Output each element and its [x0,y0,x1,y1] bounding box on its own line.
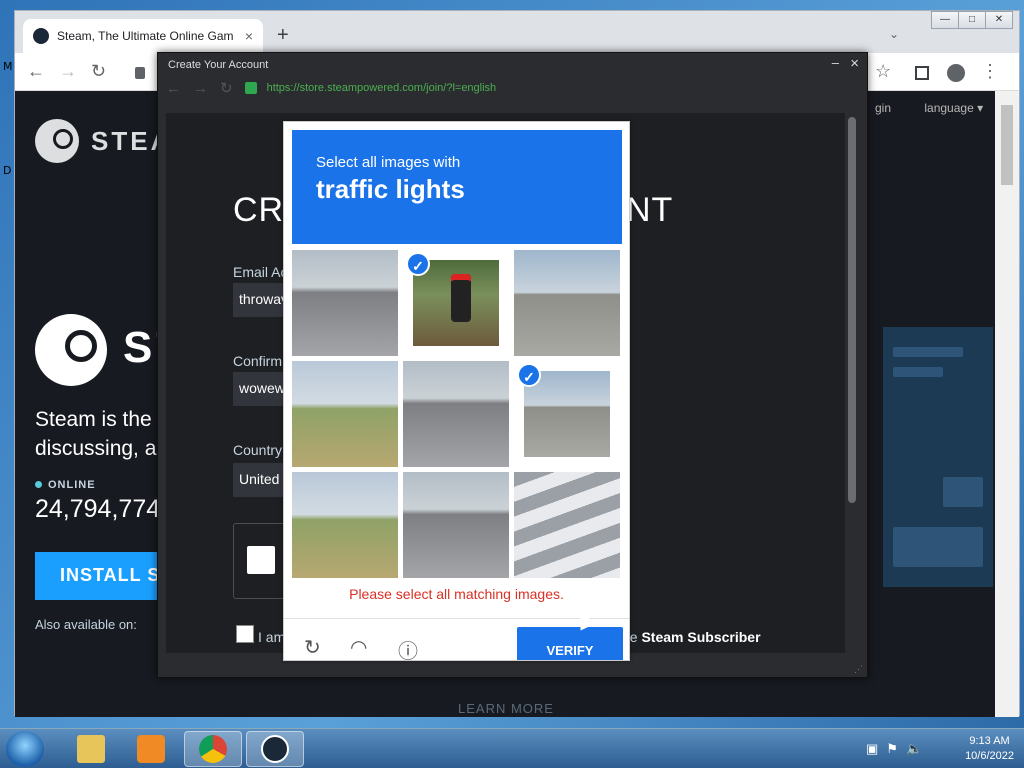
recaptcha-challenge: Select all images with traffic lights ✓ … [283,121,630,661]
verify-button[interactable]: VERIFY [517,627,623,660]
confirm-email-label: Confirm [233,353,283,369]
agree-text: I am [258,629,286,645]
promo-text: Steam is the u discussing, ar [35,405,169,463]
captcha-tile[interactable] [292,361,398,467]
online-label-text: ONLINE [48,479,96,491]
maximize-button[interactable]: □ [958,11,986,29]
captcha-tile[interactable]: ✓ [403,250,509,356]
country-label: Country [233,442,283,458]
popup-scrollbar[interactable] [845,113,859,653]
tab-close-icon[interactable]: × [245,28,253,44]
agree-checkbox[interactable] [236,625,254,643]
bookmark-star-icon[interactable]: ☆ [875,61,891,81]
language-dropdown[interactable]: language ▾ [924,101,983,115]
popup-title: Create Your Account [168,59,269,71]
create-account-heading-end: NT [626,191,674,229]
captcha-tile[interactable] [403,472,509,578]
captcha-tile[interactable] [292,472,398,578]
network-icon[interactable]: ▣ [866,741,878,757]
promo-line: Steam is the u [35,408,170,431]
profile-avatar-icon[interactable] [947,64,965,82]
side-panel-icon[interactable] [915,66,929,80]
popup-close-button[interactable]: × [850,55,859,72]
page-scrollbar[interactable] [995,91,1019,717]
tab-search-icon[interactable]: ⌄ [889,27,899,41]
selected-check-icon: ✓ [517,363,541,387]
popup-minimize-button[interactable]: – [832,55,839,70]
popup-back-icon[interactable]: ← [166,80,181,97]
popup-scrollbar-thumb[interactable] [848,117,856,503]
popup-address-bar: ← → ↻ https://store.steampowered.com/joi… [158,77,867,99]
desktop-icon-label[interactable]: M [3,60,13,73]
popup-reload-icon[interactable]: ↻ [220,79,233,97]
secure-lock-icon [244,82,257,94]
captcha-tile[interactable] [403,361,509,467]
taskbar-explorer[interactable] [62,731,120,767]
reload-challenge-icon[interactable]: ↻ [304,635,321,660]
forward-icon[interactable]: → [59,61,77,81]
steam-favicon-icon [33,28,49,44]
close-button[interactable]: ✕ [985,11,1013,29]
taskbar-media-player[interactable] [122,731,180,767]
clock-time: 9:13 AM [969,735,1010,747]
window-controls: — □ ✕ [931,11,1013,29]
steam-logo-icon [35,119,79,163]
steam-icon [261,735,289,763]
clock-date: 10/6/2022 [965,750,1014,762]
lock-icon[interactable] [135,67,145,79]
subscriber-agreement-text: ne Steam Subscriber [622,629,761,645]
learn-more-link[interactable]: LEARN MORE [458,701,554,716]
menu-icon[interactable]: ⋮ [981,61,999,81]
captcha-tile[interactable]: ✓ [514,361,620,467]
online-dot-icon [35,481,42,488]
subscriber-agreement-link[interactable]: Steam Subscriber [641,629,760,645]
browser-tab[interactable]: Steam, The Ultimate Online Gam × [23,19,263,53]
taskbar-chrome[interactable] [184,731,242,767]
captcha-tile[interactable] [514,472,620,578]
start-button[interactable] [6,731,44,767]
login-link[interactable]: gin [875,101,891,115]
online-count: 24,794,774 [35,495,161,523]
taskbar: ▣ ⚑ 🔈 9:13 AM 10/6/2022 [0,728,1024,768]
info-icon[interactable]: ⓘ [398,635,418,660]
clock[interactable]: 9:13 AM 10/6/2022 [965,734,1014,764]
recaptcha-checkbox[interactable] [247,546,275,574]
popup-url[interactable]: https://store.steampowered.com/join/?l=e… [267,82,497,94]
captcha-target: traffic lights [316,174,465,204]
captcha-instruction: Select all images with [316,154,461,171]
selected-check-icon: ✓ [406,252,430,276]
steam-client-preview [883,327,993,587]
email-label: Email Ac [233,264,288,280]
steam-big-logo-icon [35,314,107,386]
taskbar-steam[interactable] [246,731,304,767]
captcha-error: Please select all matching images. [349,586,564,602]
online-label: ONLINE [35,479,96,491]
tab-title: Steam, The Ultimate Online Gam [57,29,234,43]
captcha-header: Select all images with traffic lights [292,130,622,244]
promo-line: discussing, ar [35,437,164,460]
audio-challenge-icon[interactable]: ◠ [350,635,367,660]
minimize-button[interactable]: — [931,11,959,29]
captcha-tile[interactable] [292,250,398,356]
chrome-icon [199,735,227,763]
reload-icon[interactable]: ↻ [91,61,106,81]
popup-forward-icon[interactable]: → [193,80,208,97]
resize-grip-icon[interactable]: ⋰ [854,664,863,675]
captcha-tile[interactable] [514,250,620,356]
top-nav: gin language ▾ [875,101,983,115]
tab-strip: Steam, The Ultimate Online Gam × + ⌄ — □… [15,11,1019,53]
new-tab-button[interactable]: + [277,25,289,45]
back-icon[interactable]: ← [27,61,45,81]
volume-icon[interactable]: 🔈 [906,741,922,757]
also-available-label: Also available on: [35,617,137,632]
system-tray: ▣ ⚑ 🔈 [866,741,922,757]
desktop-icon-label[interactable]: D [3,164,11,177]
media-player-icon [137,735,165,763]
captcha-grid: ✓ ✓ [292,250,622,580]
action-center-icon[interactable]: ⚑ [886,741,898,757]
folder-icon [77,735,105,763]
scrollbar-thumb[interactable] [1001,105,1013,185]
